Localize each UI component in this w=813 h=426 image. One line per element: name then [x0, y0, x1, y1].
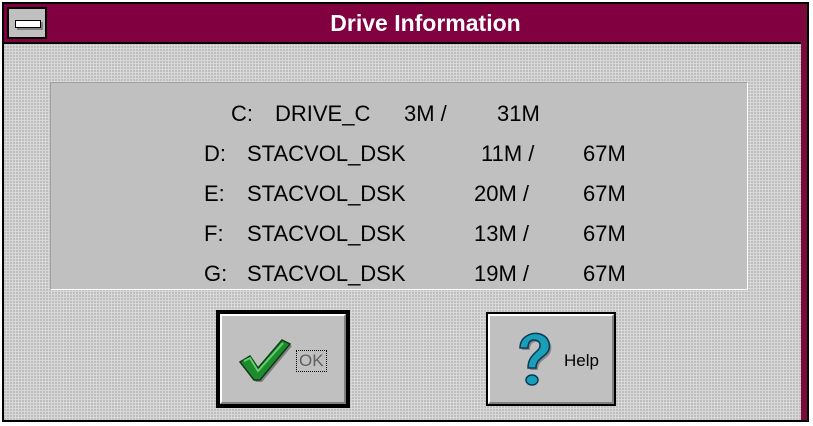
- drive-letter: E:: [204, 181, 225, 206]
- drive-row: G: STACVOL_DSK 19M / 67M: [51, 259, 747, 289]
- drive-letter: C:: [231, 101, 253, 126]
- checkmark-icon: [238, 339, 292, 382]
- drive-free-space: 19M /: [474, 261, 530, 286]
- drive-row: E: STACVOL_DSK 20M / 67M: [51, 179, 747, 209]
- drive-free-space: 11M /: [481, 141, 535, 166]
- ok-label: OK: [296, 350, 327, 372]
- drive-free-space: 13M /: [474, 221, 530, 246]
- system-menu-icon: [15, 20, 41, 28]
- drive-info-dialog: Drive Information C: DRIVE_C 3M / 31M D:…: [2, 2, 809, 422]
- system-menu-button[interactable]: [7, 7, 47, 39]
- drive-label: STACVOL_DSK: [247, 261, 406, 286]
- drive-label: STACVOL_DSK: [247, 221, 406, 246]
- title-bar[interactable]: Drive Information: [4, 4, 807, 44]
- drive-total-space: 31M: [497, 101, 540, 126]
- drive-row: F: STACVOL_DSK 13M / 67M: [51, 219, 747, 249]
- drive-total-space: 67M: [583, 221, 626, 246]
- help-label: Help: [564, 351, 599, 370]
- window-title: Drive Information: [330, 10, 521, 36]
- drive-letter: F:: [204, 221, 224, 246]
- drive-label: DRIVE_C: [275, 101, 371, 126]
- drive-letter: G:: [204, 261, 228, 286]
- question-mark-icon: [519, 332, 552, 386]
- drive-label: STACVOL_DSK: [247, 181, 406, 206]
- help-button[interactable]: Help: [486, 312, 616, 406]
- drive-row: C: DRIVE_C 3M / 31M: [51, 99, 747, 129]
- drive-free-space: 3M /: [404, 101, 447, 126]
- drive-row: D: STACVOL_DSK 11M / 67M: [51, 139, 747, 169]
- drive-total-space: 67M: [583, 141, 626, 166]
- drive-label: STACVOL_DSK: [247, 141, 406, 166]
- drive-info-panel: C: DRIVE_C 3M / 31M D: STACVOL_DSK 11M /…: [50, 82, 748, 290]
- drive-total-space: 67M: [583, 261, 626, 286]
- ok-button[interactable]: OK: [216, 310, 350, 408]
- drive-free-space: 20M /: [474, 181, 530, 206]
- drive-letter: D:: [204, 141, 226, 166]
- drive-total-space: 67M: [583, 181, 626, 206]
